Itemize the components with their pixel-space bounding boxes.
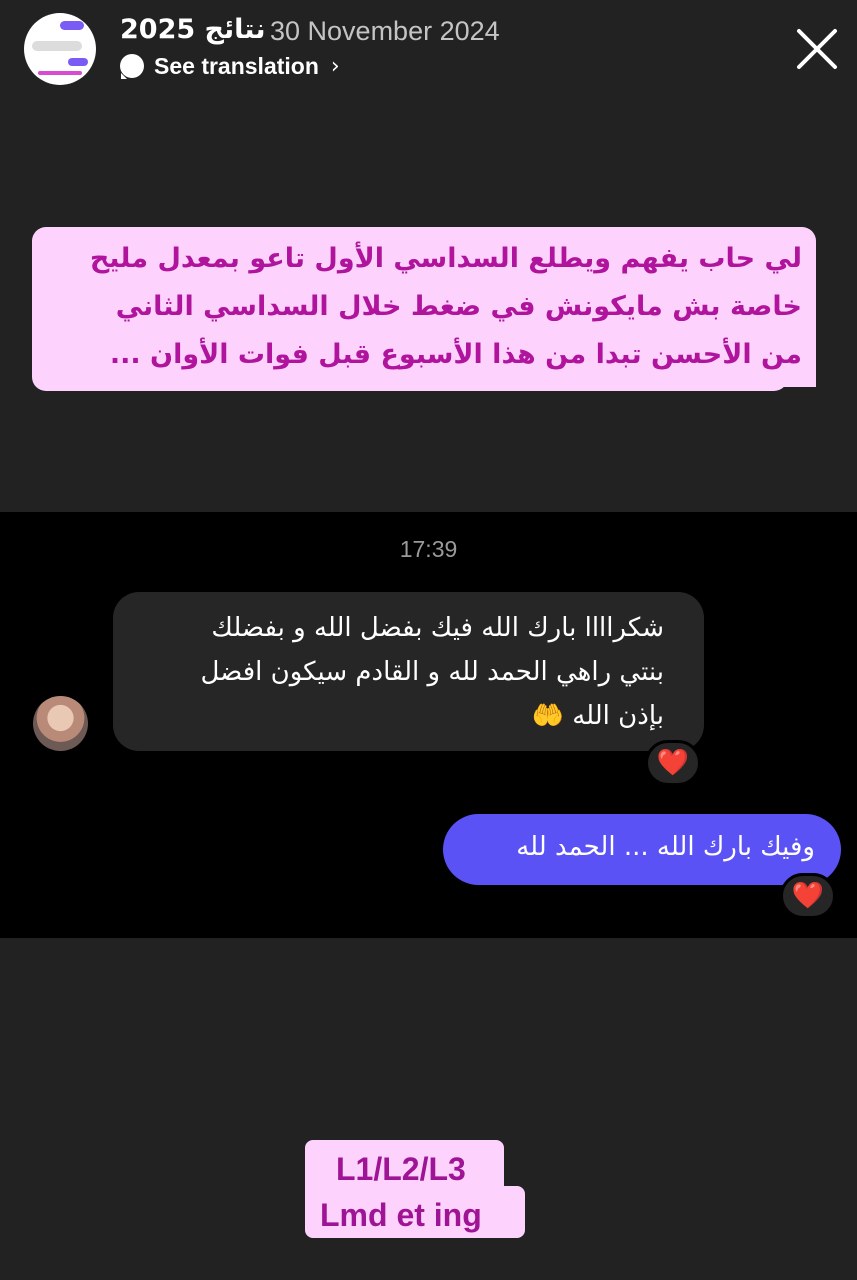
heart-reaction-icon: ❤️ <box>645 740 701 786</box>
see-translation-button[interactable]: See translation › <box>120 52 340 80</box>
chevron-right-icon: › <box>330 53 340 79</box>
story-caption: لي حاب يفهم ويطلع السداسي الأول تاعو بمع… <box>32 227 816 387</box>
sender-avatar <box>33 696 88 751</box>
avatar-thumb-shape <box>60 21 84 30</box>
caption-line: من الأحسن تبدا من هذا الأسبوع قبل فوات ا… <box>109 339 802 370</box>
see-translation-label: See translation <box>154 52 319 79</box>
message-line: بنتي راهي الحمد لله و القادم سيكون افضل <box>200 657 664 687</box>
close-button[interactable] <box>793 25 841 73</box>
text-sticker: L1/L2/L3 Lmd et ing <box>305 1146 525 1238</box>
chat-screenshot: 17:39 شكراااا بارك الله فيك بفضل الله و … <box>0 512 857 938</box>
avatar-thumb-shape <box>68 58 88 66</box>
story-title[interactable]: نتائج 2025 <box>120 14 265 45</box>
story-avatar[interactable] <box>24 13 96 85</box>
chat-bubble-icon <box>120 54 144 79</box>
message-timestamp: 17:39 <box>399 536 458 562</box>
sticker-line: L1/L2/L3 <box>336 1151 466 1187</box>
avatar-thumb-shape <box>38 71 82 75</box>
story-date: 30 November 2024 <box>270 16 500 46</box>
avatar-thumb-shape <box>32 41 82 51</box>
outgoing-message: وفيك بارك الله ... الحمد لله <box>443 814 841 885</box>
caption-line: خاصة بش مايكونش في ضغط خلال السداسي الثا… <box>115 291 802 322</box>
message-line: شكراااا بارك الله فيك بفضل الله و بفضلك <box>211 613 664 643</box>
message-line: بإذن الله 🤲 <box>531 701 664 731</box>
heart-reaction-icon: ❤️ <box>780 873 836 919</box>
incoming-message: شكراااا بارك الله فيك بفضل الله و بفضلك … <box>113 592 704 751</box>
sticker-line: Lmd et ing <box>320 1197 482 1233</box>
caption-line: لي حاب يفهم ويطلع السداسي الأول تاعو بمع… <box>89 243 802 274</box>
close-icon <box>797 29 837 69</box>
